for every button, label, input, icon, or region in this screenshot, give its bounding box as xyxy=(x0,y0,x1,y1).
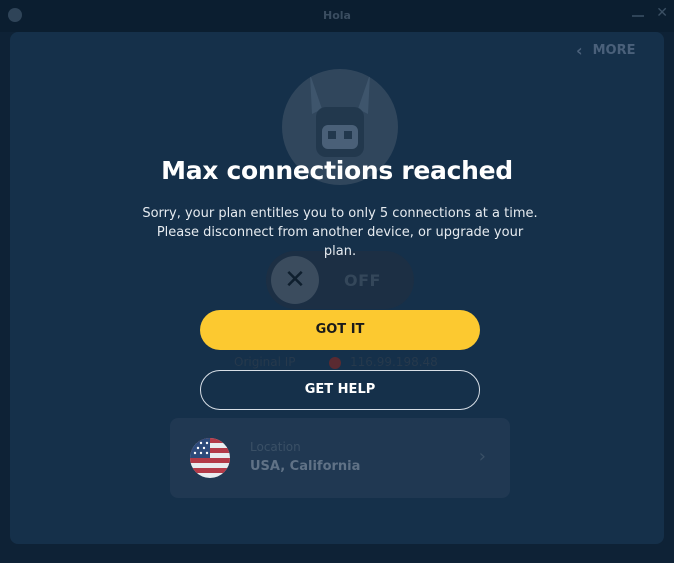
close-icon[interactable]: ✕ xyxy=(656,6,668,20)
modal-title: Max connections reached xyxy=(161,156,513,185)
modal-message: Sorry, your plan entitles you to only 5 … xyxy=(142,206,538,259)
ip-value: 116.99.198.48 xyxy=(350,355,438,369)
close-icon: ✕ xyxy=(271,256,319,304)
minimize-icon[interactable] xyxy=(632,15,644,17)
title-bar: Hola ✕ xyxy=(0,0,674,32)
us-flag-icon xyxy=(190,438,230,478)
got-it-button[interactable]: GOT IT xyxy=(200,310,480,350)
more-button[interactable]: ‹ MORE xyxy=(564,38,650,62)
toggle-state-label: OFF xyxy=(344,271,381,290)
flag-icon xyxy=(329,357,341,369)
chevron-right-icon: › xyxy=(478,446,486,467)
more-label: MORE xyxy=(592,42,636,58)
ip-label: Original IP xyxy=(234,355,296,369)
location-value: USA, California xyxy=(250,459,361,474)
chevron-left-icon: ‹ xyxy=(576,40,583,60)
location-card[interactable]: Location USA, California › xyxy=(170,418,510,498)
location-label: Location xyxy=(250,440,301,454)
main-panel: ‹ MORE ✕ OFF Original IP 116.99.198.48 L… xyxy=(10,32,664,544)
window-title: Hola xyxy=(323,9,351,22)
get-help-button[interactable]: GET HELP xyxy=(200,370,480,410)
